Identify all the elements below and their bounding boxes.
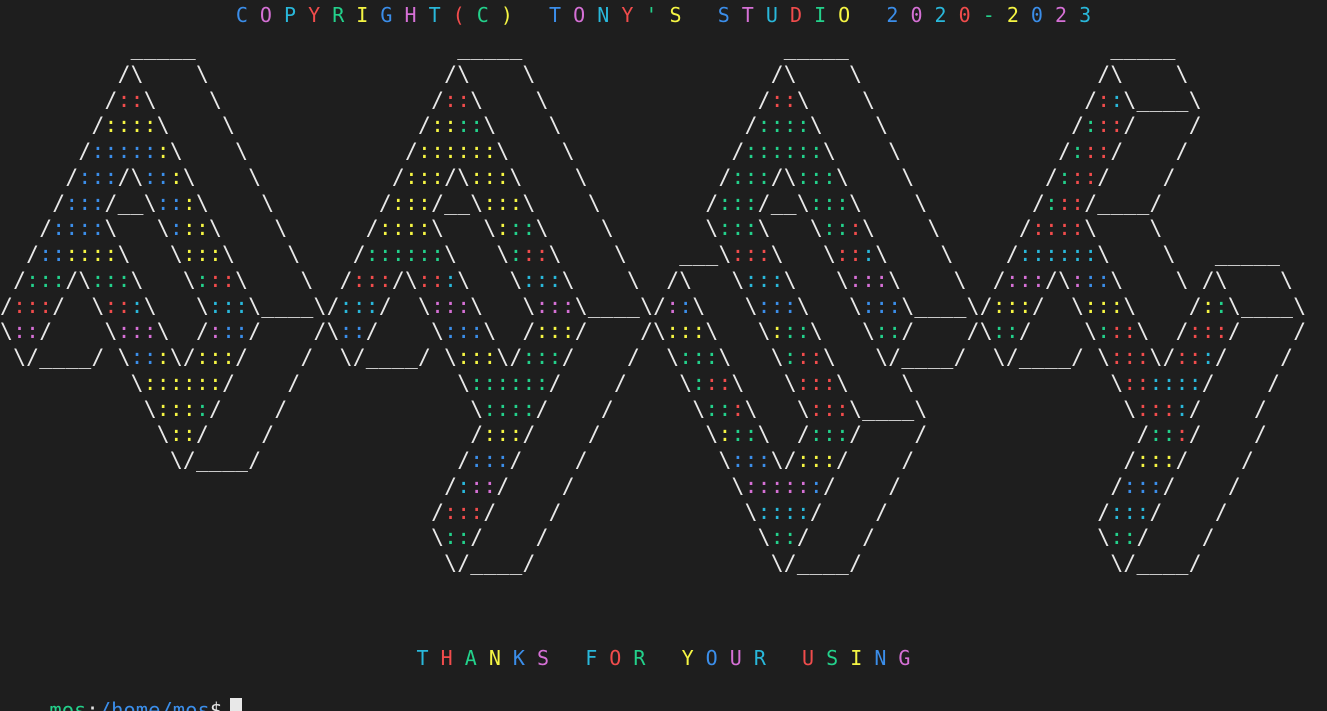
banner-letter: U bbox=[802, 646, 827, 670]
banner-letter: O bbox=[573, 3, 598, 27]
banner-letter: C bbox=[235, 3, 260, 27]
banner-letter: U bbox=[729, 646, 754, 670]
banner-letter: T bbox=[416, 646, 441, 670]
banner-letter: Y bbox=[308, 3, 333, 27]
prompt-user: mos bbox=[49, 698, 87, 711]
banner-letter: 3 bbox=[1079, 3, 1092, 27]
banner-letter: T bbox=[549, 3, 574, 27]
shell-prompt[interactable]: mos:/home/mos$ bbox=[0, 674, 243, 711]
banner-letter: 0 bbox=[1030, 3, 1056, 27]
banner-letter bbox=[561, 646, 585, 670]
banner-letter: 2 bbox=[886, 3, 911, 27]
banner-letter: N bbox=[597, 3, 622, 27]
banner-letter: C bbox=[476, 3, 501, 27]
ascii-logo: _____ _____ _____ _____ /\ \ /\ \ /\ \ /… bbox=[0, 36, 1307, 576]
banner-letter bbox=[657, 646, 681, 670]
banner-letter bbox=[862, 3, 886, 27]
banner-letter: A bbox=[464, 646, 489, 670]
banner-letter: G bbox=[380, 3, 405, 27]
banner-letter: S bbox=[537, 646, 562, 670]
banner-letter: 2 bbox=[1055, 3, 1080, 27]
banner-letter: P bbox=[284, 3, 309, 27]
banner-letter: 2 bbox=[1006, 3, 1031, 27]
banner-letter: - bbox=[982, 3, 1007, 27]
banner-letter: S bbox=[826, 646, 851, 670]
banner-letter: Y bbox=[681, 646, 706, 670]
banner-letter: N bbox=[874, 646, 899, 670]
banner-letter: I bbox=[850, 646, 875, 670]
banner-letter: O bbox=[838, 3, 863, 27]
banner-letter: ' bbox=[645, 3, 670, 27]
banner-letter: T bbox=[428, 3, 453, 27]
banner-letter: ) bbox=[500, 3, 525, 27]
prompt-path: /home/mos bbox=[98, 698, 210, 711]
banner-letter bbox=[694, 3, 718, 27]
banner-letter: 2 bbox=[934, 3, 959, 27]
banner-letter: R bbox=[753, 646, 778, 670]
banner-letter: H bbox=[404, 3, 429, 27]
banner-letter: F bbox=[585, 646, 610, 670]
banner-letter: D bbox=[789, 3, 815, 27]
banner-letter: K bbox=[512, 646, 537, 670]
terminal-cursor[interactable] bbox=[230, 698, 243, 711]
banner-letter: R bbox=[633, 646, 658, 670]
banner-letter: O bbox=[609, 646, 634, 670]
banner-letter: G bbox=[898, 646, 911, 670]
banner-letter: R bbox=[332, 3, 357, 27]
prompt-separator: : bbox=[86, 698, 99, 711]
terminal-window[interactable]: C O P Y R I G H T ( C ) T O N Y ' S S T … bbox=[0, 0, 1327, 711]
banner-letter: 0 bbox=[958, 3, 983, 27]
copyright-banner: C O P Y R I G H T ( C ) T O N Y ' S S T … bbox=[0, 2, 1327, 28]
banner-letter: Y bbox=[621, 3, 646, 27]
banner-letter: O bbox=[705, 646, 730, 670]
banner-letter: U bbox=[765, 3, 790, 27]
banner-letter: I bbox=[356, 3, 381, 27]
banner-letter: S bbox=[717, 3, 742, 27]
banner-letter bbox=[525, 3, 549, 27]
banner-letter: T bbox=[741, 3, 766, 27]
thanks-banner: T H A N K S F O R Y O U R U S I N G bbox=[0, 645, 1327, 671]
banner-letter: 0 bbox=[910, 3, 935, 27]
prompt-symbol: $ bbox=[209, 698, 223, 711]
banner-letter: I bbox=[814, 3, 839, 27]
banner-letter bbox=[778, 646, 802, 670]
banner-letter: O bbox=[259, 3, 285, 27]
banner-letter: ( bbox=[452, 3, 477, 27]
banner-letter: N bbox=[488, 646, 513, 670]
banner-letter: S bbox=[669, 3, 694, 27]
banner-letter: H bbox=[440, 646, 465, 670]
